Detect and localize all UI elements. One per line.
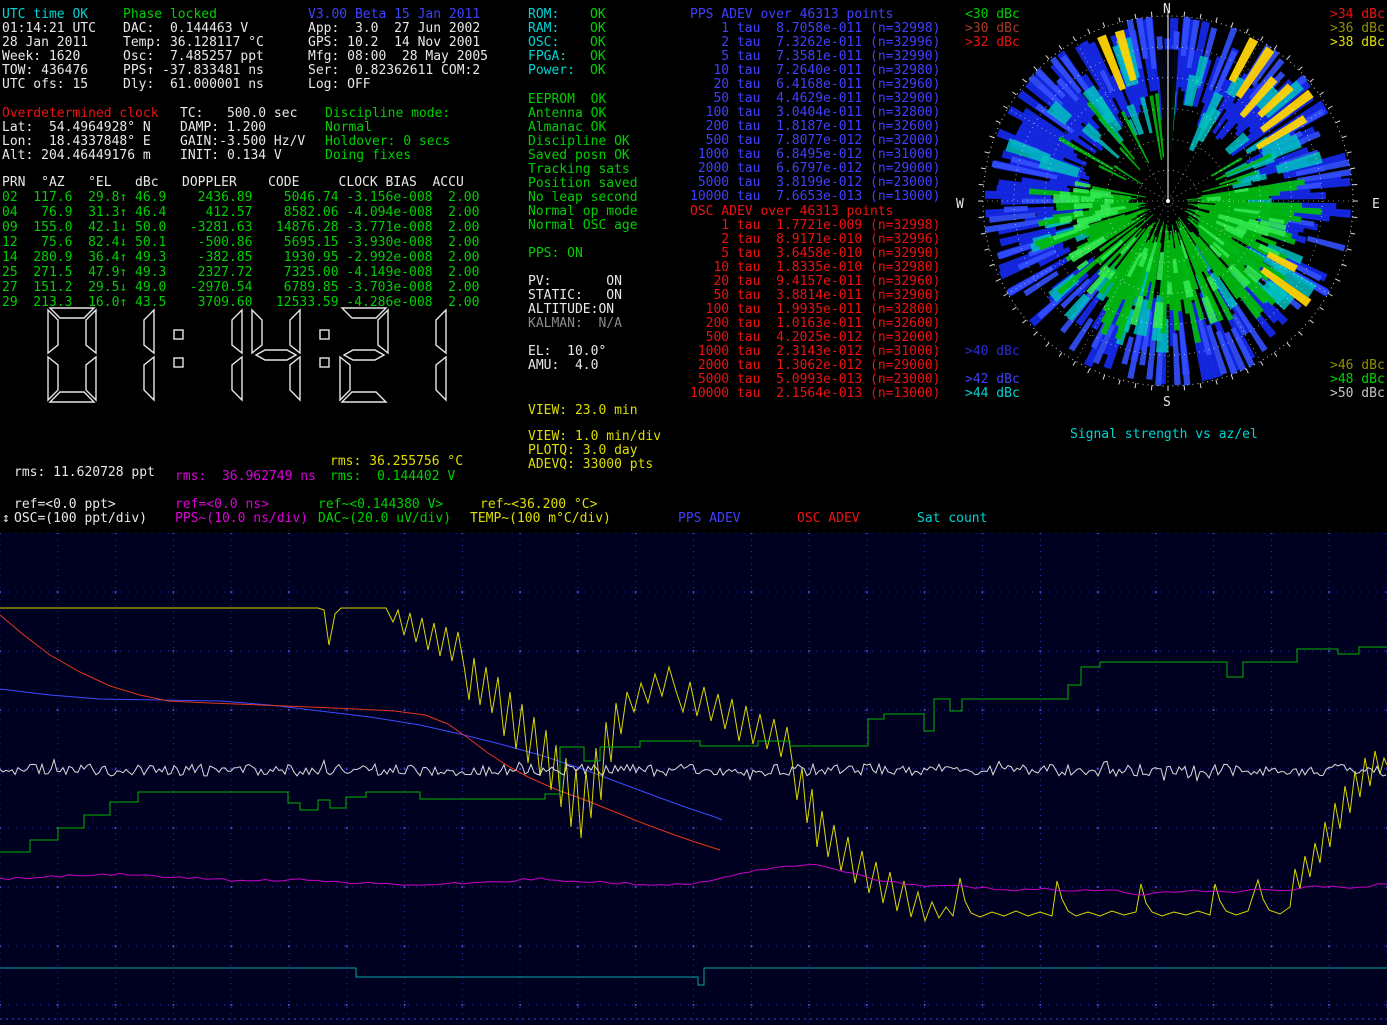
polar-caption: Signal strength vs az/el <box>1070 428 1258 442</box>
legend-pps-adev: PPS ADEV <box>678 512 741 526</box>
device-status-values: OK OK OK OK OK <box>590 8 606 78</box>
version-title: V3.00 Beta 15 Jan 2011 <box>308 8 480 22</box>
rms-dac: rms: 0.144402 V <box>330 470 455 484</box>
adev-row: 50 tau 4.4629e-011 (n=32900) <box>690 92 940 106</box>
adev-row: 1 tau 8.7058e-011 (n=32998) <box>690 22 940 36</box>
health-block: EEPROM OK Antenna OK Almanac OK Discipli… <box>528 93 638 233</box>
sat-table-header: PRN °AZ °EL dBc DOPPLER CODE CLOCK BIAS … <box>2 176 464 190</box>
adev-row: 10000 tau 2.1564e-013 (n=13000) <box>690 387 940 401</box>
utc-status-title: UTC time OK <box>2 8 88 22</box>
dbc-gt30: >30 dBc <box>965 22 1020 36</box>
adev-row: 1000 tau 2.3143e-012 (n=31000) <box>690 345 940 359</box>
dbc-gt42: >42 dBc <box>965 373 1020 387</box>
view-queue-block: VIEW: 1.0 min/div PLOTQ: 3.0 day ADEVQ: … <box>528 430 661 472</box>
adev-row: 10000 tau 7.6653e-013 (n=13000) <box>690 190 940 204</box>
sat-row: 12 75.6 82.4↓ 50.1 -500.86 5695.15 -3.93… <box>2 235 479 250</box>
receiver-mode-title: Overdetermined clock <box>2 107 159 121</box>
pps-adev-rows: 1 tau 8.7058e-011 (n=32998) 2 tau 7.3262… <box>690 22 940 204</box>
sat-row: 04 76.9 31.3↑ 46.4 412.57 8582.06 -4.094… <box>2 205 479 220</box>
sat-row: 29 213.3 16.0↑ 43.5 3709.60 12533.59 -4.… <box>2 295 479 310</box>
adev-row: 5 tau 3.6458e-010 (n=32990) <box>690 247 940 261</box>
adev-row: 10 tau 7.2640e-011 (n=32980) <box>690 64 940 78</box>
legend-osc-adev: OSC ADEV <box>797 512 860 526</box>
utc-time-block: 01:14:21 UTC 28 Jan 2011 Week: 1620 TOW:… <box>2 22 96 92</box>
position-block: Lat: 54.4964928° N Lon: 18.4337848° E Al… <box>2 121 151 163</box>
dbc-gt36: >36 dBc <box>1330 22 1385 36</box>
scale-osc: OSC=(100 ppt/div) <box>14 512 147 526</box>
sat-row: 25 271.5 47.9↑ 49.3 2327.72 7325.00 -4.1… <box>2 265 479 280</box>
rms-pps: rms: 36.962749 ns <box>175 470 316 484</box>
oscillator-block: DAC: 0.144463 V Temp: 36.128117 °C Osc: … <box>123 22 264 92</box>
compass-w: W <box>956 198 964 212</box>
modes-block: PV: ON STATIC: ON ALTITUDE:ON <box>528 275 622 317</box>
ref-dac: ref~<0.144380 V> <box>318 498 443 512</box>
dbc-gt46: >46 dBc <box>1330 359 1385 373</box>
ref-osc: ref=<0.0 ppt> <box>14 498 116 512</box>
satellite-polar-map <box>955 0 1387 420</box>
scale-pps: PPS~(10.0 ns/div) <box>175 512 308 526</box>
loop-params-block: TC: 500.0 sec DAMP: 1.200 GAIN:-3.500 Hz… <box>180 107 305 163</box>
adev-row: 2 tau 7.3262e-011 (n=32996) <box>690 36 940 50</box>
adev-row: 5000 tau 5.0993e-013 (n=23000) <box>690 373 940 387</box>
ref-temp: ref~<36.200 °C> <box>480 498 597 512</box>
adev-row: 1000 tau 6.8495e-012 (n=31000) <box>690 148 940 162</box>
dbc-gt40: >40 dBc <box>965 345 1020 359</box>
adev-row: 50 tau 3.8814e-011 (n=32900) <box>690 289 940 303</box>
device-status-labels: ROM: RAM: OSC: FPGA: Power: <box>528 8 575 78</box>
plot-marker: ↕ <box>2 512 10 526</box>
dbc-gt50: >50 dBc <box>1330 387 1385 401</box>
compass-s: S <box>1163 396 1171 410</box>
sat-rows: 02 117.6 29.8↑ 46.9 2436.89 5046.74 -3.1… <box>2 190 479 310</box>
sat-row: 02 117.6 29.8↑ 46.9 2436.89 5046.74 -3.1… <box>2 190 479 205</box>
osc-adev-rows: 1 tau 1.7721e-009 (n=32998) 2 tau 8.9171… <box>690 219 940 401</box>
adev-row: 5000 tau 3.8199e-012 (n=23000) <box>690 176 940 190</box>
compass-n: N <box>1163 3 1171 17</box>
phase-status-title: Phase locked <box>123 8 217 22</box>
dbc-gt48: >48 dBc <box>1330 373 1385 387</box>
dbc-gt34: >34 dBc <box>1330 8 1385 22</box>
adev-row: 2000 tau 1.3062e-012 (n=29000) <box>690 359 940 373</box>
kalman-label: KALMAN: N/A <box>528 317 622 331</box>
compass-e: E <box>1372 198 1380 212</box>
discipline-block: Discipline mode: Normal Holdover: 0 secs… <box>325 107 450 163</box>
adev-row: 1 tau 1.7721e-009 (n=32998) <box>690 219 940 233</box>
dbc-lt30: <30 dBc <box>965 8 1020 22</box>
strip-chart-plot[interactable] <box>0 533 1387 1025</box>
dbc-gt38: >38 dBc <box>1330 36 1385 50</box>
osc-adev-title: OSC ADEV over 46313 points <box>690 205 894 219</box>
legend-sat-count: Sat count <box>917 512 987 526</box>
adev-row: 5 tau 7.3581e-011 (n=32990) <box>690 50 940 64</box>
pps-adev-title: PPS ADEV over 46313 points <box>690 8 894 22</box>
version-block: App: 3.0 27 Jun 2002 GPS: 10.2 14 Nov 20… <box>308 22 488 92</box>
scale-temp: TEMP~(100 m°C/div) <box>470 512 611 526</box>
rms-osc: rms: 11.620728 ppt <box>14 466 155 480</box>
adev-row: 500 tau 7.8077e-012 (n=32000) <box>690 134 940 148</box>
pps-on-label: PPS: ON <box>528 247 583 261</box>
adev-row: 10 tau 1.8335e-010 (n=32980) <box>690 261 940 275</box>
scale-dac: DAC~(20.0 uV/div) <box>318 512 451 526</box>
adev-row: 20 tau 6.4168e-011 (n=32960) <box>690 78 940 92</box>
adev-row: 2000 tau 6.6797e-012 (n=29000) <box>690 162 940 176</box>
adev-row: 500 tau 4.2025e-012 (n=32000) <box>690 331 940 345</box>
ref-pps: ref=<0.0 ns> <box>175 498 269 512</box>
adev-row: 200 tau 1.0163e-011 (n=32600) <box>690 317 940 331</box>
adev-row: 100 tau 3.0404e-011 (n=32800) <box>690 106 940 120</box>
masks-block: EL: 10.0° AMU: 4.0 <box>528 345 606 373</box>
sat-row: 14 280.9 36.4↑ 49.3 -382.85 1930.95 -2.9… <box>2 250 479 265</box>
big-clock <box>18 300 488 412</box>
adev-row: 200 tau 1.8187e-011 (n=32600) <box>690 120 940 134</box>
dbc-gt44: >44 dBc <box>965 387 1020 401</box>
rms-temp: rms: 36.255756 °C <box>330 455 463 469</box>
lady-heather-screen: UTC time OK 01:14:21 UTC 28 Jan 2011 Wee… <box>0 0 1387 1025</box>
sat-row: 09 155.0 42.1↓ 50.0 -3281.63 14876.28 -3… <box>2 220 479 235</box>
dbc-gt32: >32 dBc <box>965 36 1020 50</box>
view-span-label: VIEW: 23.0 min <box>528 404 638 418</box>
adev-row: 20 tau 9.4157e-011 (n=32960) <box>690 275 940 289</box>
adev-row: 2 tau 8.9171e-010 (n=32996) <box>690 233 940 247</box>
sat-row: 27 151.2 29.5↓ 49.0 -2970.54 6789.85 -3.… <box>2 280 479 295</box>
adev-row: 100 tau 1.9935e-011 (n=32800) <box>690 303 940 317</box>
